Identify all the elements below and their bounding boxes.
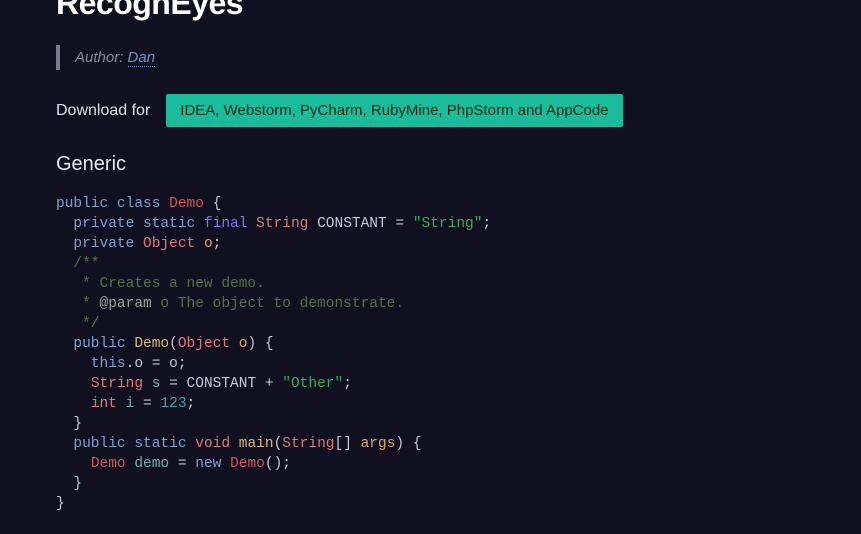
- type: void: [195, 436, 230, 452]
- author-block: Author: Dan: [56, 45, 805, 70]
- class-name: Demo: [91, 456, 126, 472]
- number: 123: [160, 396, 186, 412]
- type: String: [256, 216, 308, 232]
- ident: CONSTANT: [308, 216, 395, 232]
- type: String: [282, 436, 334, 452]
- punct: {: [404, 436, 421, 452]
- punct: ;: [343, 376, 352, 392]
- comment: /**: [73, 256, 99, 272]
- class-name: Demo: [230, 456, 265, 472]
- kw: this: [91, 356, 126, 372]
- punct: }: [73, 416, 82, 432]
- type: Object: [178, 336, 230, 352]
- punct: =: [160, 376, 186, 392]
- punct: [195, 236, 204, 252]
- author-label: Author:: [75, 49, 123, 66]
- stmt: o = o;: [134, 356, 186, 372]
- type: String: [91, 376, 143, 392]
- download-button[interactable]: IDEA, Webstorm, PyCharm, RubyMine, PhpSt…: [166, 94, 622, 127]
- theme-page: RecognEyes Author: Dan Download for IDEA…: [0, 0, 861, 514]
- punct: +: [256, 376, 282, 392]
- class-name: Demo: [169, 196, 204, 212]
- download-row: Download for IDEA, Webstorm, PyCharm, Ru…: [56, 94, 805, 127]
- annotation: @param: [100, 296, 152, 312]
- section-heading: Generic: [56, 153, 805, 176]
- field: o: [204, 236, 213, 252]
- type: int: [91, 396, 117, 412]
- comment: * Creates a new demo.: [73, 276, 264, 292]
- punct: }: [56, 496, 65, 512]
- fn: Demo: [134, 336, 169, 352]
- punct: []: [335, 436, 361, 452]
- kw: public: [73, 436, 125, 452]
- type: Object: [143, 236, 195, 252]
- kw: class: [117, 196, 161, 212]
- punct: ;: [213, 236, 222, 252]
- punct: ;: [187, 396, 196, 412]
- string: "Other": [282, 376, 343, 392]
- kw: static: [143, 216, 195, 232]
- fn: main: [239, 436, 274, 452]
- punct: ();: [265, 456, 291, 472]
- string: "String": [413, 216, 483, 232]
- comment: */: [73, 316, 99, 332]
- kw: static: [134, 436, 186, 452]
- author-link[interactable]: Dan: [128, 49, 156, 67]
- punct: =: [134, 396, 160, 412]
- punct: }: [73, 476, 82, 492]
- kw: new: [195, 456, 221, 472]
- punct: ;: [482, 216, 491, 232]
- punct: =: [395, 216, 412, 232]
- punct: =: [169, 456, 195, 472]
- kw: public: [56, 196, 108, 212]
- punct: ): [395, 436, 404, 452]
- kw: private: [73, 216, 134, 232]
- punct: (: [274, 436, 283, 452]
- download-label: Download for: [56, 102, 150, 120]
- punct: (: [169, 336, 178, 352]
- punct: ): [247, 336, 256, 352]
- kw: final: [204, 216, 248, 232]
- punct: {: [204, 196, 221, 212]
- page-title: RecognEyes: [56, 0, 805, 22]
- var: demo: [134, 456, 169, 472]
- kw: private: [73, 236, 134, 252]
- comment: o The object to demonstrate.: [152, 296, 404, 312]
- kw: public: [73, 336, 125, 352]
- comment: *: [73, 296, 99, 312]
- ident: CONSTANT: [187, 376, 257, 392]
- code-sample: public class Demo { private static final…: [56, 194, 805, 514]
- param: args: [361, 436, 396, 452]
- punct: {: [256, 336, 273, 352]
